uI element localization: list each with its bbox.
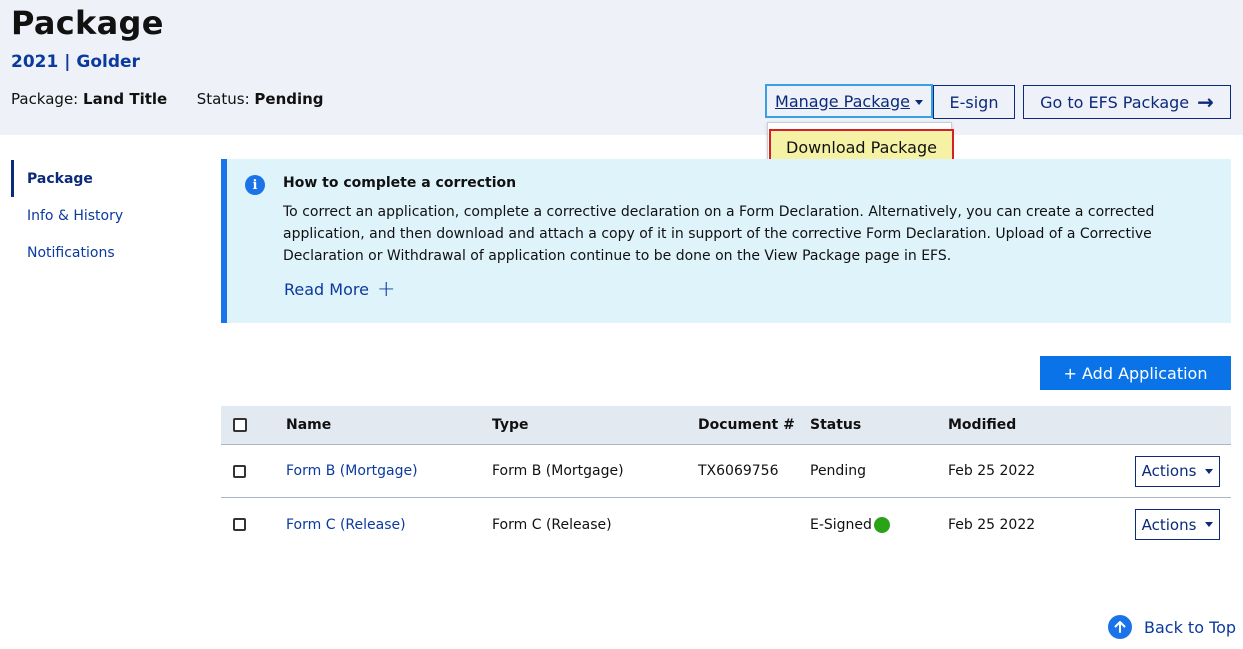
actions-cell: Actions (1135, 445, 1220, 497)
applications-table: Name Type Document # Status Modified For… (221, 406, 1231, 551)
page-title: Package (11, 4, 164, 42)
callout-title: How to complete a correction (283, 175, 517, 191)
modified-date: Feb 25 2022 (948, 516, 1036, 533)
caret-down-icon (1205, 522, 1214, 527)
go-to-efs-package-button[interactable]: Go to EFS Package → (1023, 85, 1231, 119)
signed-status-icon (873, 516, 890, 533)
manage-package-label: Manage Package (775, 91, 910, 111)
info-icon: i (245, 175, 265, 195)
table-header: Name Type Document # Status Modified (221, 406, 1231, 445)
row-checkbox-cell (233, 498, 246, 551)
page-header: Package 2021 | Golder Package: Land Titl… (0, 0, 1243, 135)
status-value: Pending (254, 90, 324, 108)
header-type: Type (492, 417, 529, 433)
sidebar-item-info-history[interactable]: Info & History (11, 197, 191, 234)
status-label: Status: (196, 90, 250, 108)
document-number: TX6069756 (698, 463, 779, 479)
header-modified: Modified (948, 417, 1017, 433)
application-status: Pending (810, 463, 866, 479)
arrow-up-icon (1108, 615, 1132, 639)
row-checkbox[interactable] (233, 518, 246, 531)
package-type-label: Package: (11, 90, 79, 108)
arrow-right-icon: → (1197, 90, 1214, 114)
header-status: Status (810, 417, 862, 433)
modified-date: Feb 25 2022 (948, 463, 1036, 479)
esign-label: E-sign (949, 92, 999, 112)
plus-icon: + (376, 276, 396, 302)
back-to-top-link[interactable]: Back to Top (1108, 615, 1236, 639)
actions-cell: Actions (1135, 498, 1220, 551)
side-navigation: Package Info & History Notifications (11, 160, 191, 271)
application-name-link[interactable]: Form C (Release) (286, 498, 406, 551)
caret-down-icon (914, 99, 923, 105)
actions-button[interactable]: Actions (1135, 509, 1220, 540)
header-name: Name (286, 417, 332, 433)
read-more-label: Read More (284, 280, 369, 299)
back-to-top-label: Back to Top (1144, 617, 1237, 637)
sidebar-item-package[interactable]: Package (11, 160, 191, 197)
read-more-link[interactable]: Read More + (284, 276, 396, 302)
info-callout: i How to complete a correction To correc… (221, 159, 1231, 323)
actions-button[interactable]: Actions (1135, 455, 1220, 487)
row-checkbox-cell (233, 445, 246, 497)
table-row: Form B (Mortgage) Form B (Mortgage) TX60… (221, 445, 1231, 498)
add-application-button[interactable]: + Add Application (1040, 356, 1231, 390)
application-status: E-Signed (810, 516, 872, 533)
esign-button[interactable]: E-sign (933, 85, 1015, 119)
select-all-checkbox[interactable] (233, 418, 247, 432)
sidebar-item-notifications[interactable]: Notifications (11, 234, 191, 271)
go-to-efs-label: Go to EFS Package (1040, 92, 1190, 112)
callout-body: To correct an application, complete a co… (283, 204, 1155, 264)
caret-down-icon (1205, 468, 1214, 474)
application-name-link[interactable]: Form B (Mortgage) (286, 445, 418, 497)
package-meta: Package: Land Title Status: Pending (11, 90, 324, 108)
application-status-cell: E-Signed (810, 498, 890, 551)
select-all-checkbox-cell (233, 406, 247, 444)
row-checkbox[interactable] (233, 464, 246, 478)
package-subtitle: 2021 | Golder (11, 52, 140, 72)
table-row: Form C (Release) Form C (Release) E-Sign… (221, 498, 1231, 551)
application-type: Form C (Release) (492, 516, 612, 533)
package-type-value: Land Title (83, 90, 168, 108)
header-document: Document # (698, 417, 795, 433)
manage-package-button[interactable]: Manage Package (765, 84, 933, 118)
application-type: Form B (Mortgage) (492, 463, 624, 479)
actions-label: Actions (1141, 462, 1197, 480)
actions-label: Actions (1141, 515, 1197, 534)
